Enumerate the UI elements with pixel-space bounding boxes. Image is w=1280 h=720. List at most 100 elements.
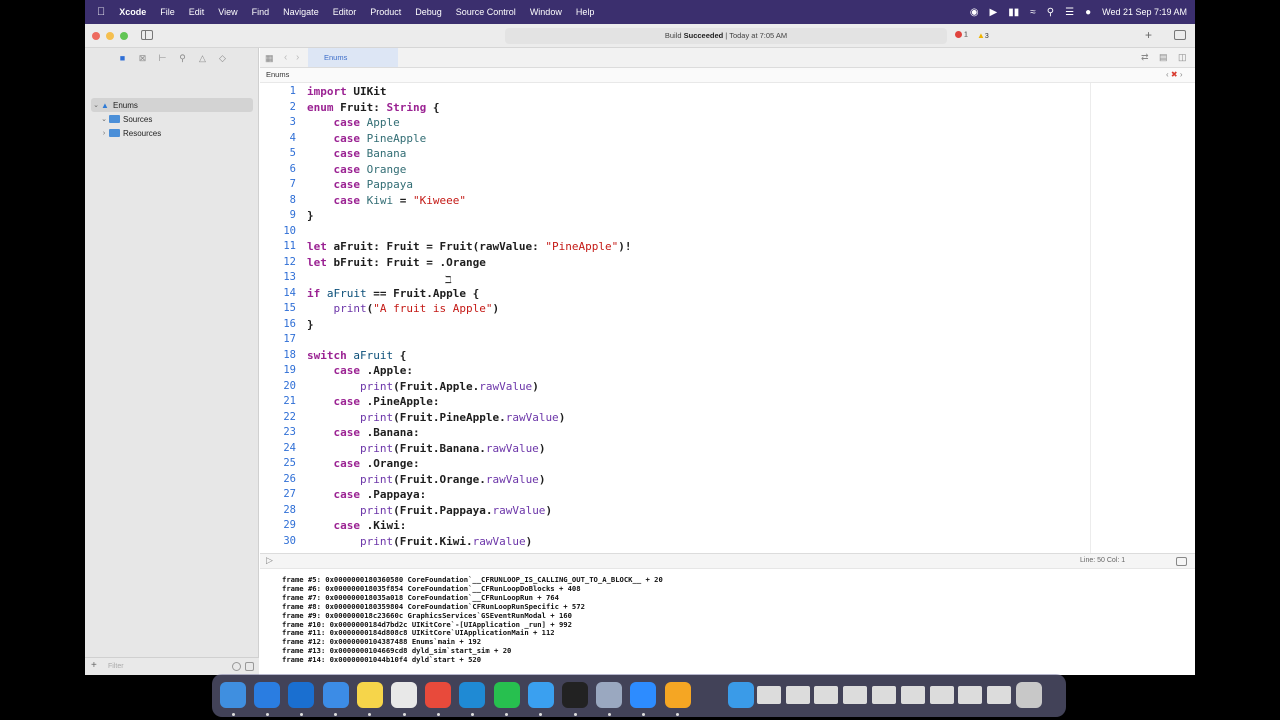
tree-item-enums[interactable]: ⌄ ▲ Enums [91, 98, 253, 112]
safari-icon[interactable] [254, 682, 281, 708]
code-line[interactable]: 28 print(Fruit.Pappaya.rawValue) [260, 503, 1090, 518]
code-line[interactable]: 20 print(Fruit.Apple.rawValue) [260, 379, 1090, 394]
debug-console[interactable]: frame #5: 0x0000000180360580 CoreFoundat… [260, 569, 1195, 675]
code-line[interactable]: 6 case Orange [260, 162, 1090, 177]
line-number[interactable]: 20 [260, 379, 296, 394]
zoom-icon[interactable] [630, 682, 657, 708]
code-line[interactable]: 16} [260, 317, 1090, 332]
window-thumb-icon[interactable] [785, 686, 810, 704]
control-center-icon[interactable]: ☰ [1065, 7, 1074, 18]
window-thumb-icon[interactable] [814, 686, 839, 704]
zoom-window-button[interactable] [120, 32, 128, 40]
menu-view[interactable]: View [218, 7, 237, 17]
code-line[interactable]: 21 case .PineApple: [260, 394, 1090, 409]
line-number[interactable]: 28 [260, 503, 296, 518]
code-line[interactable]: 7 case Pappaya [260, 177, 1090, 192]
line-number[interactable]: 22 [260, 410, 296, 425]
console-toggle-icon[interactable] [1176, 557, 1187, 566]
line-number[interactable]: 5 [260, 146, 296, 161]
add-icon[interactable]: + [1145, 28, 1152, 42]
window-thumb-icon[interactable] [872, 686, 896, 704]
line-number[interactable]: 16 [260, 317, 296, 332]
line-number[interactable]: 21 [260, 394, 296, 409]
window-thumb-icon[interactable] [958, 686, 983, 704]
line-number[interactable]: 17 [260, 332, 296, 347]
code-line[interactable]: 22 print(Fruit.PineApple.rawValue) [260, 410, 1090, 425]
search-icon[interactable]: ⚲ [1047, 7, 1054, 18]
line-number[interactable]: 8 [260, 193, 296, 208]
line-number[interactable]: 25 [260, 456, 296, 471]
line-number[interactable]: 6 [260, 162, 296, 177]
line-number[interactable]: 19 [260, 363, 296, 378]
window-thumb-icon[interactable] [756, 686, 781, 704]
code-line[interactable]: 4 case PineApple [260, 131, 1090, 146]
line-number[interactable]: 3 [260, 115, 296, 130]
line-number[interactable]: 30 [260, 534, 296, 549]
line-number[interactable]: 2 [260, 100, 296, 115]
whatsapp-icon[interactable] [493, 682, 520, 708]
line-number[interactable]: 15 [260, 301, 296, 316]
editor-options-icon[interactable]: ▤ [1159, 52, 1168, 63]
line-number[interactable]: 26 [260, 472, 296, 487]
code-line[interactable]: 2 enum Fruit: String { [260, 100, 1090, 115]
chrome-icon[interactable] [425, 682, 452, 708]
code-line[interactable]: 13 [260, 270, 1090, 285]
menu-product[interactable]: Product [370, 7, 401, 17]
window-thumb-icon[interactable] [987, 686, 1012, 704]
code-line[interactable]: 8 case Kiwi = "Kiweee" [260, 193, 1090, 208]
scm-filter-icon[interactable] [245, 662, 254, 671]
split-editor-icon[interactable]: ◫ [1178, 52, 1187, 63]
chevron-down-icon[interactable]: ⌄ [99, 115, 109, 123]
code-line[interactable]: 30 print(Fruit.Kiwi.rawValue) [260, 534, 1090, 549]
source-control-icon[interactable]: ⊠ [138, 53, 147, 64]
menu-editor[interactable]: Editor [333, 7, 357, 17]
code-line[interactable]: 14 if aFruit == Fruit.Apple { [260, 286, 1090, 301]
line-number[interactable]: 9 [260, 208, 296, 223]
line-number[interactable]: 10 [260, 224, 296, 239]
filter-input[interactable]: Filter [105, 661, 225, 673]
trash-icon[interactable] [1016, 682, 1042, 708]
slack-icon[interactable] [391, 682, 417, 708]
menu-find[interactable]: Find [252, 7, 270, 17]
code-line[interactable]: 12 let bFruit: Fruit = .Orange [260, 255, 1090, 270]
wifi-icon[interactable]: ≈ [1030, 7, 1036, 18]
menu-edit[interactable]: Edit [189, 7, 205, 17]
chevron-left-icon[interactable]: ‹ [1166, 70, 1169, 79]
line-number[interactable]: 13 [260, 270, 296, 285]
code-line[interactable]: 17 [260, 332, 1090, 347]
line-number[interactable]: 14 [260, 286, 296, 301]
simulator-icon[interactable] [527, 682, 554, 708]
play-icon[interactable]: ▶ [990, 7, 998, 18]
menu-clock[interactable]: Wed 21 Sep 7:19 AM [1102, 7, 1187, 17]
line-number[interactable]: 27 [260, 487, 296, 502]
menu-app-name[interactable]: Xcode [119, 7, 146, 17]
line-number[interactable]: 4 [260, 131, 296, 146]
code-line[interactable]: 23 case .Banana: [260, 425, 1090, 440]
code-line[interactable]: 29 case .Kiwi: [260, 518, 1090, 533]
apple-menu-icon[interactable]:  [97, 6, 105, 18]
battery-icon[interactable]: ▮▮ [1008, 7, 1019, 18]
code-line[interactable]: 11 let aFruit: Fruit = Fruit(rawValue: "P… [260, 239, 1090, 254]
code-line[interactable]: 27 case .Pappaya: [260, 487, 1090, 502]
finder-icon[interactable] [220, 682, 246, 708]
preview-icon[interactable] [596, 682, 623, 708]
line-number[interactable]: 7 [260, 177, 296, 192]
tree-item-resources[interactable]: › Resources [99, 126, 161, 140]
window-thumb-icon[interactable] [929, 686, 954, 704]
tree-item-sources[interactable]: ⌄ Sources [99, 112, 152, 126]
siri-icon[interactable]: ● [1085, 7, 1091, 18]
minimize-window-button[interactable] [106, 32, 114, 40]
issue-icon[interactable]: △ [198, 53, 207, 64]
xcode-icon[interactable] [288, 682, 315, 708]
notes-icon[interactable] [356, 682, 383, 708]
chevron-down-icon[interactable]: ⌄ [91, 101, 101, 109]
error-marker-icon[interactable]: ✖ [1171, 70, 1178, 79]
vscode-icon[interactable] [459, 682, 486, 708]
menu-help[interactable]: Help [576, 7, 595, 17]
menu-file[interactable]: File [160, 7, 175, 17]
code-line[interactable]: 18 switch aFruit { [260, 348, 1090, 363]
menu-navigate[interactable]: Navigate [283, 7, 319, 17]
code-line[interactable]: 15 print("A fruit is Apple") [260, 301, 1090, 316]
code-line[interactable]: 10 [260, 224, 1090, 239]
back-icon[interactable]: ‹ [284, 52, 287, 63]
